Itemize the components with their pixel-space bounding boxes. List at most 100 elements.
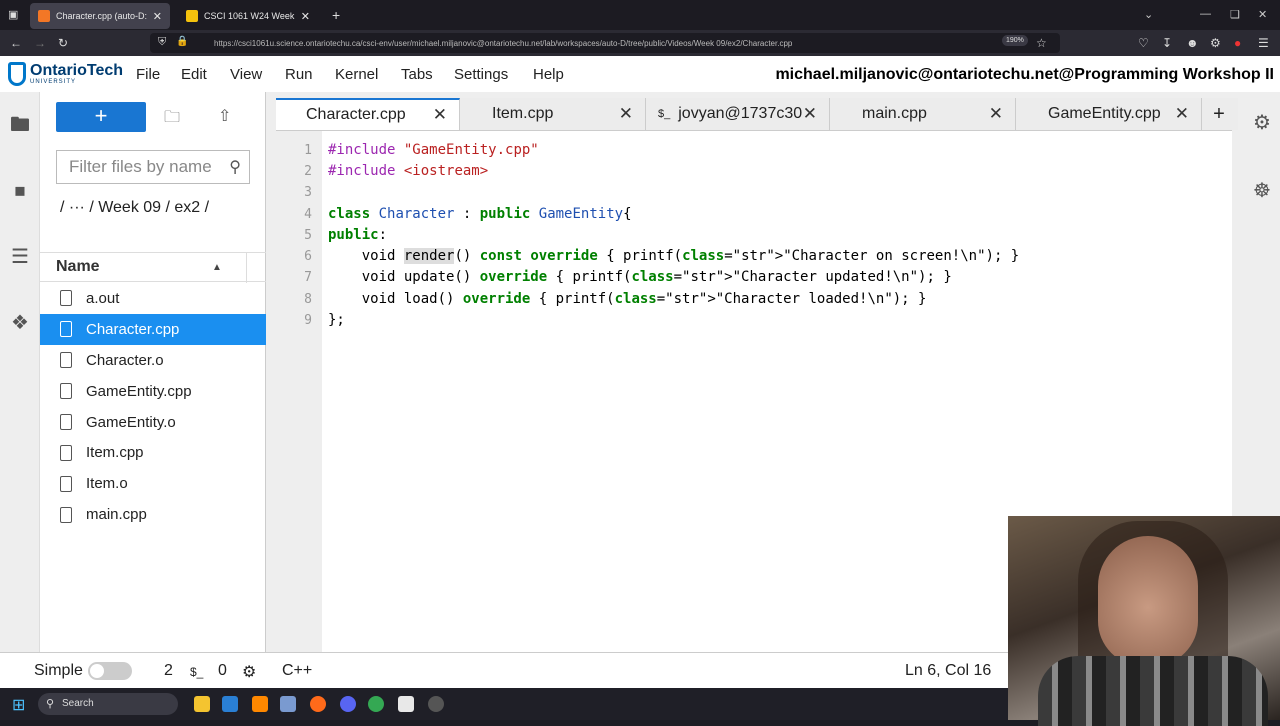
file-item[interactable]: Item.cpp — [40, 437, 266, 468]
tab-list-icon[interactable]: ▣ — [8, 8, 18, 21]
code-line[interactable]: void render() const override { printf(cl… — [328, 248, 1019, 264]
code-line[interactable]: public: — [328, 227, 387, 243]
file-item[interactable]: Item.o — [40, 468, 266, 499]
tab-item-cpp[interactable]: Item.cpp ✕ — [460, 98, 646, 130]
file-browser: + 🗀 ⇧ Filter files by name ⚲ / ··· / Wee… — [40, 92, 266, 674]
breadcrumb[interactable]: / ··· / Week 09 / ex2 / — [60, 196, 250, 219]
close-tab-icon[interactable]: ✕ — [1175, 104, 1189, 124]
file-item[interactable]: GameEntity.o — [40, 407, 266, 438]
firefox-icon[interactable] — [310, 696, 326, 712]
menu-view[interactable]: View — [230, 66, 262, 83]
menu-run[interactable]: Run — [285, 66, 313, 83]
property-inspector-gear-icon[interactable]: ⚙ — [1250, 110, 1274, 134]
sort-ascending-icon: ▲ — [212, 262, 222, 273]
code-line[interactable]: #include "GameEntity.cpp" — [328, 142, 539, 158]
code-line[interactable]: class Character : public GameEntity{ — [328, 206, 632, 222]
file-item-selected[interactable]: Character.cpp — [40, 313, 266, 345]
close-tab-icon[interactable]: ✕ — [433, 105, 447, 125]
add-tab-button[interactable]: + — [1202, 98, 1236, 130]
ontario-tech-logo: OntarioTech UNIVERSITY — [8, 62, 123, 86]
new-folder-icon[interactable]: 🗀 — [164, 106, 180, 133]
close-tab-icon[interactable]: ✕ — [989, 104, 1003, 124]
close-window-icon[interactable]: ✕ — [1258, 8, 1267, 21]
simple-mode-label: Simple — [34, 662, 83, 679]
taskbar-search[interactable]: ⚲ Search — [38, 693, 178, 715]
file-name: Character.o — [86, 351, 164, 369]
forward-icon[interactable]: → — [34, 36, 46, 50]
tab-gameentity-cpp[interactable]: GameEntity.cpp ✕ — [1016, 98, 1202, 130]
obs-icon[interactable] — [428, 696, 444, 712]
filter-files-input[interactable]: Filter files by name ⚲ — [56, 150, 250, 184]
menu-file[interactable]: File — [136, 66, 160, 83]
file-list-header[interactable]: Name ▲ — [40, 252, 266, 283]
file-icon — [60, 383, 72, 400]
maximize-icon[interactable]: ❑ — [1230, 8, 1240, 21]
browser-tab-exercises[interactable]: CSCI 1061 W24 Week 9 Exercises ✕ — [178, 3, 318, 29]
url-bar[interactable]: ⛨ 🔒 https://csci1061u.science.ontariotec… — [150, 33, 1060, 53]
menu-help[interactable]: Help — [533, 66, 564, 83]
downloads-icon[interactable]: ↧ — [1162, 36, 1172, 50]
code-line[interactable]: void load() override { printf(class="str… — [328, 291, 927, 307]
list-all-tabs-icon[interactable]: ⌄ — [1144, 8, 1153, 21]
file-explorer-icon[interactable] — [194, 696, 210, 712]
presenter-shirt — [1038, 656, 1268, 726]
zoom-level-badge[interactable]: 190% — [1002, 35, 1028, 46]
file-list: a.out Character.cpp Character.o GameEnti… — [40, 283, 266, 530]
pocket-icon[interactable]: ♡ — [1138, 36, 1149, 50]
cursor-position[interactable]: Ln 6, Col 16 — [905, 662, 991, 680]
table-of-contents-icon[interactable]: ☰ — [8, 244, 32, 268]
simple-mode-toggle[interactable] — [88, 662, 132, 680]
file-icon — [60, 475, 72, 492]
new-tab-button[interactable]: + — [332, 7, 340, 23]
reload-icon[interactable]: ↻ — [58, 36, 68, 50]
language-indicator[interactable]: C++ — [282, 662, 312, 680]
menu-kernel[interactable]: Kernel — [335, 66, 378, 83]
terminal-count[interactable]: 2 — [164, 662, 173, 680]
windows-start-icon[interactable]: ⊞ — [12, 695, 25, 715]
folder-icon[interactable]: 🖿 — [8, 110, 32, 136]
account-icon[interactable]: ☻ — [1186, 36, 1199, 50]
upload-icon[interactable]: ⇧ — [218, 106, 231, 126]
ublock-icon[interactable]: ● — [1234, 36, 1241, 50]
menu-settings[interactable]: Settings — [454, 66, 508, 83]
vlc-icon[interactable] — [252, 696, 268, 712]
kernel-count[interactable]: 0 — [218, 662, 227, 680]
menu-edit[interactable]: Edit — [181, 66, 207, 83]
name-column-header[interactable]: Name — [56, 258, 100, 276]
tab-main-cpp[interactable]: main.cpp ✕ — [830, 98, 1016, 130]
extensions-icon[interactable]: ⚙ — [1210, 36, 1221, 50]
discord-icon[interactable] — [340, 696, 356, 712]
close-tab-icon[interactable]: ✕ — [619, 104, 633, 124]
extensions-puzzle-icon[interactable]: ❖ — [8, 310, 32, 334]
running-sessions-icon[interactable]: ⏹ — [8, 178, 32, 203]
file-item[interactable]: Character.o — [40, 345, 266, 376]
close-tab-icon[interactable]: ✕ — [301, 10, 310, 23]
file-item[interactable]: GameEntity.cpp — [40, 376, 266, 407]
tab-character-cpp[interactable]: Character.cpp ✕ — [276, 98, 460, 130]
column-divider — [246, 253, 247, 283]
chrome-icon[interactable] — [368, 696, 384, 712]
browser-tab-jupyter[interactable]: Character.cpp (auto-D: 4) - Jup ✕ — [30, 3, 170, 29]
close-tab-icon[interactable]: ✕ — [153, 10, 162, 23]
file-icon — [60, 321, 72, 338]
file-item[interactable]: a.out — [40, 283, 266, 314]
app-icon[interactable] — [280, 696, 296, 712]
code-line[interactable]: }; — [328, 312, 345, 328]
menu-tabs[interactable]: Tabs — [401, 66, 433, 83]
code-line[interactable]: void update() override { printf(class="s… — [328, 269, 952, 285]
file-item[interactable]: main.cpp — [40, 499, 266, 530]
file-name: Item.cpp — [86, 444, 144, 462]
slack-icon[interactable] — [398, 696, 414, 712]
line-number: 6 — [304, 249, 312, 264]
new-launcher-button[interactable]: + — [56, 102, 146, 132]
minimize-icon[interactable]: — — [1200, 8, 1211, 20]
app-menu-icon[interactable]: ☰ — [1258, 36, 1269, 50]
debugger-bug-icon[interactable]: ☸ — [1250, 178, 1274, 202]
back-icon[interactable]: ← — [10, 36, 22, 50]
app-icon[interactable] — [222, 696, 238, 712]
close-tab-icon[interactable]: ✕ — [803, 104, 817, 124]
code-line[interactable]: #include <iostream> — [328, 163, 488, 179]
bookmark-star-icon[interactable]: ☆ — [1036, 36, 1047, 50]
line-number: 9 — [304, 313, 312, 328]
tab-terminal[interactable]: $_ jovyan@1737c30 ✕ — [646, 98, 830, 130]
